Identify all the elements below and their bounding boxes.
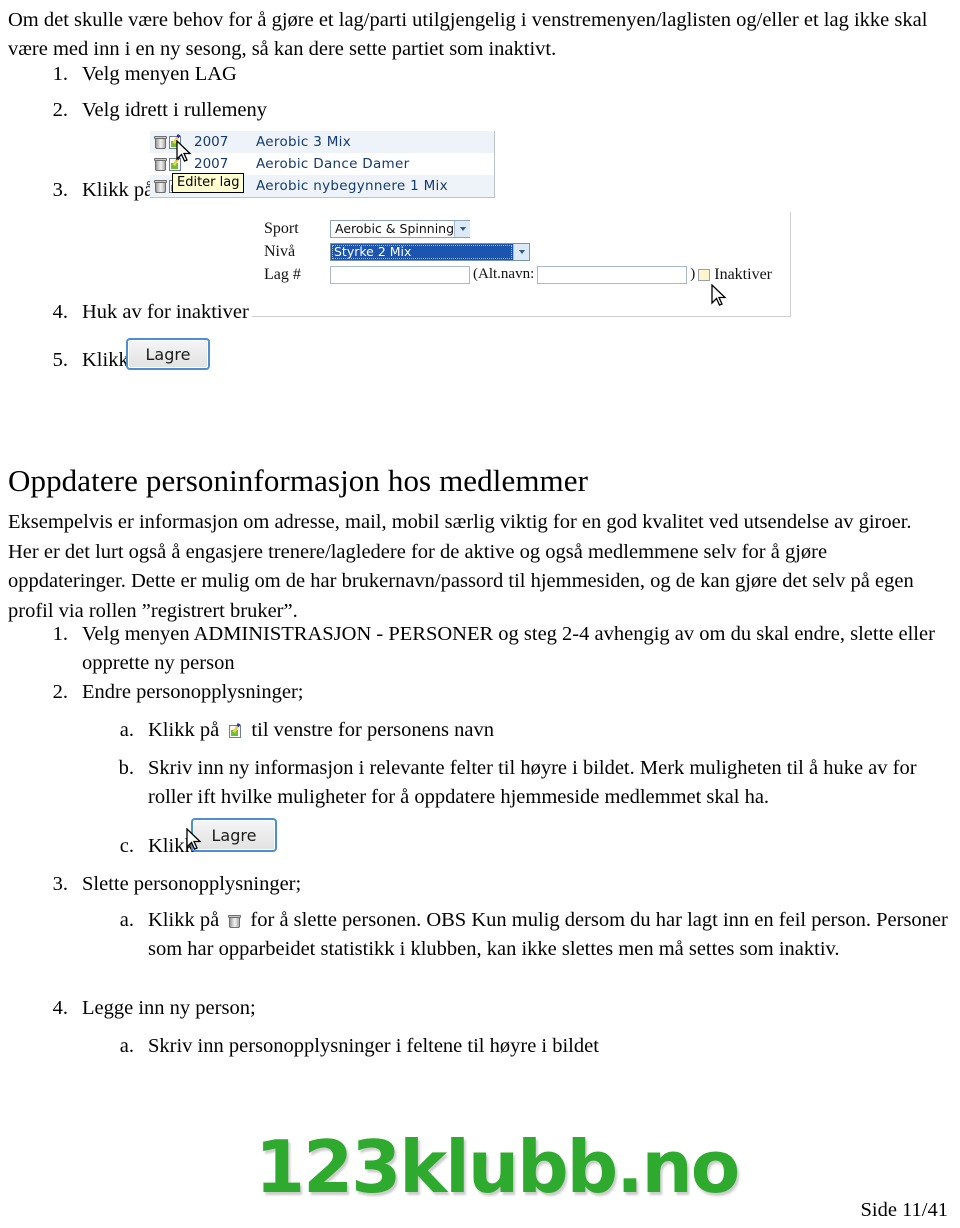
edit-icon[interactable] <box>169 135 181 149</box>
trash-icon[interactable] <box>154 179 167 193</box>
save-button[interactable]: Lagre <box>191 818 277 852</box>
list-text: Velg idrett i rullemeny <box>82 99 268 121</box>
list-number: 2. <box>52 681 68 703</box>
save-button[interactable]: Lagre <box>126 338 210 370</box>
intro-paragraph: Om det skulle være behov for å gjøre et … <box>8 9 928 60</box>
table-row[interactable]: 2007 Aerobic Dance Damer <box>150 153 494 175</box>
list-item: a. Skriv inn personopplysninger i felten… <box>100 1032 900 1061</box>
tooltip-editer-lag: Editer lag <box>172 173 245 193</box>
niva-select[interactable]: Styrke 2 Mix <box>330 242 530 261</box>
list-text: Velg menyen LAG <box>82 63 237 85</box>
edit-icon[interactable] <box>169 157 181 171</box>
list-text: Huk av for inaktiver <box>82 301 249 323</box>
team-year: 2007 <box>194 156 229 172</box>
row-action-icons <box>150 157 194 171</box>
logo-text: 123klubb.no <box>255 1125 740 1209</box>
list-text: Slette personopplysninger; <box>82 873 302 895</box>
team-name: Aerobic Dance Damer <box>256 156 410 172</box>
section-paragraph: Eksempelvis er informasjon om adresse, m… <box>8 511 914 622</box>
list-text: Skriv inn ny informasjon i relevante fel… <box>148 757 917 808</box>
list-number: 2. <box>52 99 68 121</box>
form-row-sport: Sport Aerobic & Spinning <box>252 217 790 240</box>
field-label-lagnummer: Lag # <box>264 265 301 283</box>
page-title: Oppdatere personinformasjon hos medlemme… <box>8 463 589 498</box>
row-action-icons <box>150 135 194 149</box>
list-item: a. Klikk på for å slette personen. OBS K… <box>100 906 950 964</box>
inaktiver-label: Inaktiver <box>714 265 772 283</box>
field-label-niva: Nivå <box>264 242 296 260</box>
list-number: 5. <box>52 349 68 371</box>
list-item: 2. Velg idrett i rullemeny <box>34 96 634 125</box>
list-text: Klikk på til venstre for personens navn <box>148 716 800 745</box>
list-item: 1. Velg menyen LAG <box>34 60 634 89</box>
list-text: Klikk på for å slette personen. OBS Kun … <box>148 906 950 964</box>
list-item: b. Skriv inn ny informasjon i relevante … <box>100 754 950 812</box>
niva-select-value: Styrke 2 Mix <box>331 243 513 260</box>
list-number: a. <box>119 1035 134 1057</box>
list-number: a. <box>119 719 134 741</box>
alt-name-label: (Alt.navn: <box>473 266 535 282</box>
list-number: 3. <box>52 179 68 201</box>
team-name: Aerobic 3 Mix <box>256 134 352 150</box>
alt-name-close-paren: ) <box>690 266 696 282</box>
list-number: a. <box>119 909 134 931</box>
trash-icon[interactable] <box>154 135 167 149</box>
list-text: Skriv inn personopplysninger i feltene t… <box>148 1035 599 1057</box>
list-item: 4. Huk av for inaktiver <box>34 298 294 327</box>
list-text: Legge inn ny person; <box>82 997 256 1019</box>
form-row-lagnummer: Lag # (Alt.navn: ) Inaktiver <box>252 263 790 286</box>
inaktiver-checkbox[interactable] <box>698 268 711 281</box>
list-number: 4. <box>52 301 68 323</box>
team-name: Aerobic nybegynnere 1 Mix <box>256 178 448 194</box>
list-number: b. <box>118 757 134 779</box>
list-text-after-icon: for å slette personen. OBS Kun mulig der… <box>148 909 948 960</box>
document-page: Om det skulle være behov for å gjøre et … <box>0 0 960 1228</box>
logo-123klubb: 123klubb.no <box>255 1125 740 1209</box>
list-text: Endre personopplysninger; <box>82 681 304 703</box>
list-number: c. <box>119 835 134 857</box>
list-number: 3. <box>52 873 68 895</box>
edit-icon <box>229 725 242 738</box>
list-item: 2. Endre personopplysninger; <box>34 678 634 707</box>
list-text-after-icon: til venstre for personens navn <box>251 719 494 741</box>
sport-select-value: Aerobic & Spinning <box>335 221 455 236</box>
sport-select[interactable]: Aerobic & Spinning <box>330 219 471 238</box>
list-text-before-icon: Klikk på <box>148 909 220 931</box>
trash-icon[interactable] <box>154 157 167 171</box>
team-year: 2007 <box>194 134 229 150</box>
chevron-down-icon[interactable] <box>454 220 471 237</box>
list-item: 1. Velg menyen ADMINISTRASJON - PERSONER… <box>34 620 950 678</box>
screenshot-team-form: Sport Aerobic & Spinning Nivå Styrke 2 M… <box>252 212 791 317</box>
list-text-before-icon: Klikk på <box>148 719 220 741</box>
list-item: 3. Slette personopplysninger; <box>34 870 634 899</box>
field-label-sport: Sport <box>264 219 299 237</box>
list-number: 1. <box>52 623 68 645</box>
list-number: 1. <box>52 63 68 85</box>
table-row[interactable]: 2007 Aerobic 3 Mix <box>150 131 494 153</box>
chevron-down-icon[interactable] <box>513 243 529 260</box>
list-number: 4. <box>52 997 68 1019</box>
trash-icon <box>228 915 242 928</box>
lagnummer-input[interactable] <box>330 265 470 284</box>
list-text: Velg menyen ADMINISTRASJON - PERSONER og… <box>82 623 935 674</box>
alt-name-input[interactable] <box>537 265 688 284</box>
list-item: 4. Legge inn ny person; <box>34 994 634 1023</box>
form-row-niva: Nivå Styrke 2 Mix <box>252 240 790 263</box>
list-item: a. Klikk på til venstre for personens na… <box>100 716 800 745</box>
page-number: Side 11/41 <box>860 1199 948 1221</box>
